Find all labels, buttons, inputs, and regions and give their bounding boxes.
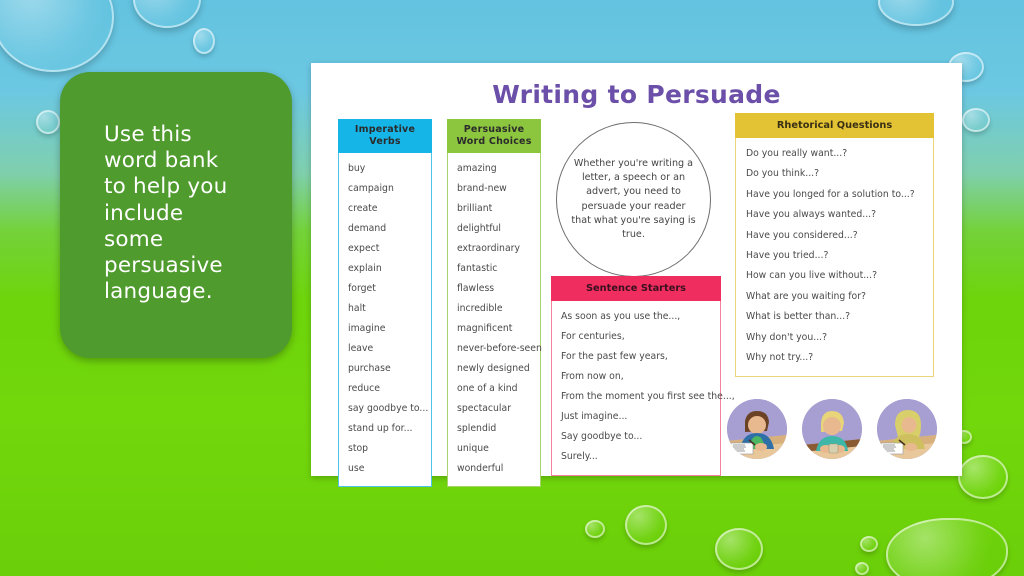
list-sentence-starters: As soon as you use the..., For centuries,… (552, 307, 735, 467)
list-item: brand-new (457, 182, 507, 194)
list-item: never-before-seen (457, 342, 542, 354)
list-item: From now on, (561, 371, 624, 382)
list-item: amazing (457, 162, 497, 174)
list-item: As soon as you use the..., (561, 311, 681, 322)
list-item: expect (348, 242, 380, 254)
child-writing-blonde-hair-icon (802, 399, 862, 459)
list-item: How can you live without...? (746, 270, 878, 282)
list-item: For the past few years, (561, 351, 668, 362)
panel-header-persuasive-word-choices: Persuasive Word Choices (447, 119, 541, 153)
list-item: explain (348, 262, 382, 274)
word-list-imperative-verbs: buy campaign create demand expect explain forg… (339, 159, 431, 479)
background-bubble (0, 0, 114, 72)
background-bubble (855, 562, 869, 575)
page-title: Writing to Persuade (492, 80, 781, 109)
panel-body-sentence-starters: As soon as you use the..., For centuries,… (551, 301, 735, 476)
panel-body-rhetorical-questions: Do you really want...? Do you think...? Ha… (735, 138, 934, 378)
list-item: extraordinary (457, 242, 520, 254)
list-item: splendid (457, 422, 497, 434)
panel-body-persuasive-word-choices: amazing brand-new brilliant delightful extra… (447, 152, 542, 487)
list-item: For centuries, (561, 331, 625, 342)
background-bubble (860, 536, 878, 552)
worksheet-card: Writing to Persuade Imperative Verbs buy… (311, 63, 962, 487)
background-bubble (193, 28, 215, 54)
list-item: Say goodbye to... (561, 431, 643, 442)
panel-header-sentence-starters: Sentence Starters (551, 276, 721, 301)
panel-body-imperative-verbs: buy campaign create demand expect explain forg… (338, 152, 432, 487)
background-bubble (36, 110, 60, 134)
list-item: demand (348, 222, 387, 234)
list-rhetorical-questions: Do you really want...? Do you think...? Ha… (736, 144, 933, 368)
list-item: Why not try...? (746, 352, 814, 364)
background-bubble (958, 455, 1008, 499)
background-bubble (878, 0, 954, 26)
definition-circle: Whether you're writing a letter, a speec… (556, 122, 711, 277)
list-item: What is better than...? (746, 311, 851, 323)
list-item: brilliant (457, 202, 493, 214)
background-bubble (962, 108, 990, 132)
list-item: Have you considered...? (746, 229, 858, 241)
list-item: What are you waiting for? (746, 290, 866, 302)
list-item: Surely... (561, 451, 598, 462)
child-writing-headscarf-icon (877, 399, 937, 459)
panel-imperative-verbs: Imperative Verbs buy campaign create demand… (338, 119, 432, 487)
list-item: From the moment you first see the..., (561, 391, 735, 402)
panel-header-imperative-verbs: Imperative Verbs (338, 119, 432, 153)
list-item: fantastic (457, 262, 498, 274)
list-item: unique (457, 442, 489, 454)
list-item: Do you think...? (746, 168, 820, 180)
list-item: stop (348, 442, 369, 454)
list-item: magnificent (457, 322, 513, 334)
callout-text: Use this word bank to help you include s… (104, 122, 228, 305)
list-item: newly designed (457, 362, 530, 374)
list-item: Do you really want...? (746, 148, 848, 159)
list-item: say goodbye to... (348, 402, 429, 414)
panel-rhetorical-questions: Rhetorical Questions Do you really want.… (735, 113, 934, 378)
list-item: incredible (457, 302, 503, 314)
list-item: Have you longed for a solution to...? (746, 188, 915, 200)
presentation-slide: Use this word bank to help you include s… (0, 0, 1024, 576)
list-item: Have you always wanted...? (746, 209, 877, 221)
panel-header-rhetorical-questions: Rhetorical Questions (735, 113, 934, 138)
list-item: Why don't you...? (746, 331, 828, 343)
list-item: delightful (457, 222, 501, 234)
list-item: flawless (457, 282, 495, 294)
list-item: imagine (348, 322, 386, 334)
list-item: campaign (348, 182, 394, 194)
illustration-row (727, 399, 937, 467)
background-bubble (715, 528, 763, 570)
background-bubble (133, 0, 201, 28)
definition-circle-text: Whether you're writing a letter, a speec… (571, 157, 696, 240)
list-item: Have you tried...? (746, 250, 829, 262)
panel-sentence-starters: Sentence Starters As soon as you use the… (551, 276, 735, 476)
list-item: reduce (348, 382, 380, 394)
list-item: use (348, 462, 365, 474)
child-writing-brown-hair-icon (727, 399, 787, 459)
list-item: forget (348, 282, 376, 294)
word-list-persuasive-word-choices: amazing brand-new brilliant delightful extra… (448, 159, 542, 479)
background-bubble (585, 520, 605, 538)
list-item: create (348, 202, 378, 214)
list-item: stand up for... (348, 422, 413, 434)
callout-box: Use this word bank to help you include s… (60, 72, 292, 358)
list-item: purchase (348, 362, 391, 374)
list-item: buy (348, 162, 366, 174)
list-item: leave (348, 342, 374, 354)
list-item: one of a kind (457, 382, 518, 394)
list-item: spectacular (457, 402, 512, 414)
list-item: halt (348, 302, 366, 314)
list-item: wonderful (457, 462, 504, 474)
background-bubble (886, 518, 1008, 576)
background-bubble (625, 505, 667, 545)
list-item: Just imagine... (561, 411, 628, 422)
panel-persuasive-word-choices: Persuasive Word Choices amazing brand-new… (447, 119, 542, 487)
